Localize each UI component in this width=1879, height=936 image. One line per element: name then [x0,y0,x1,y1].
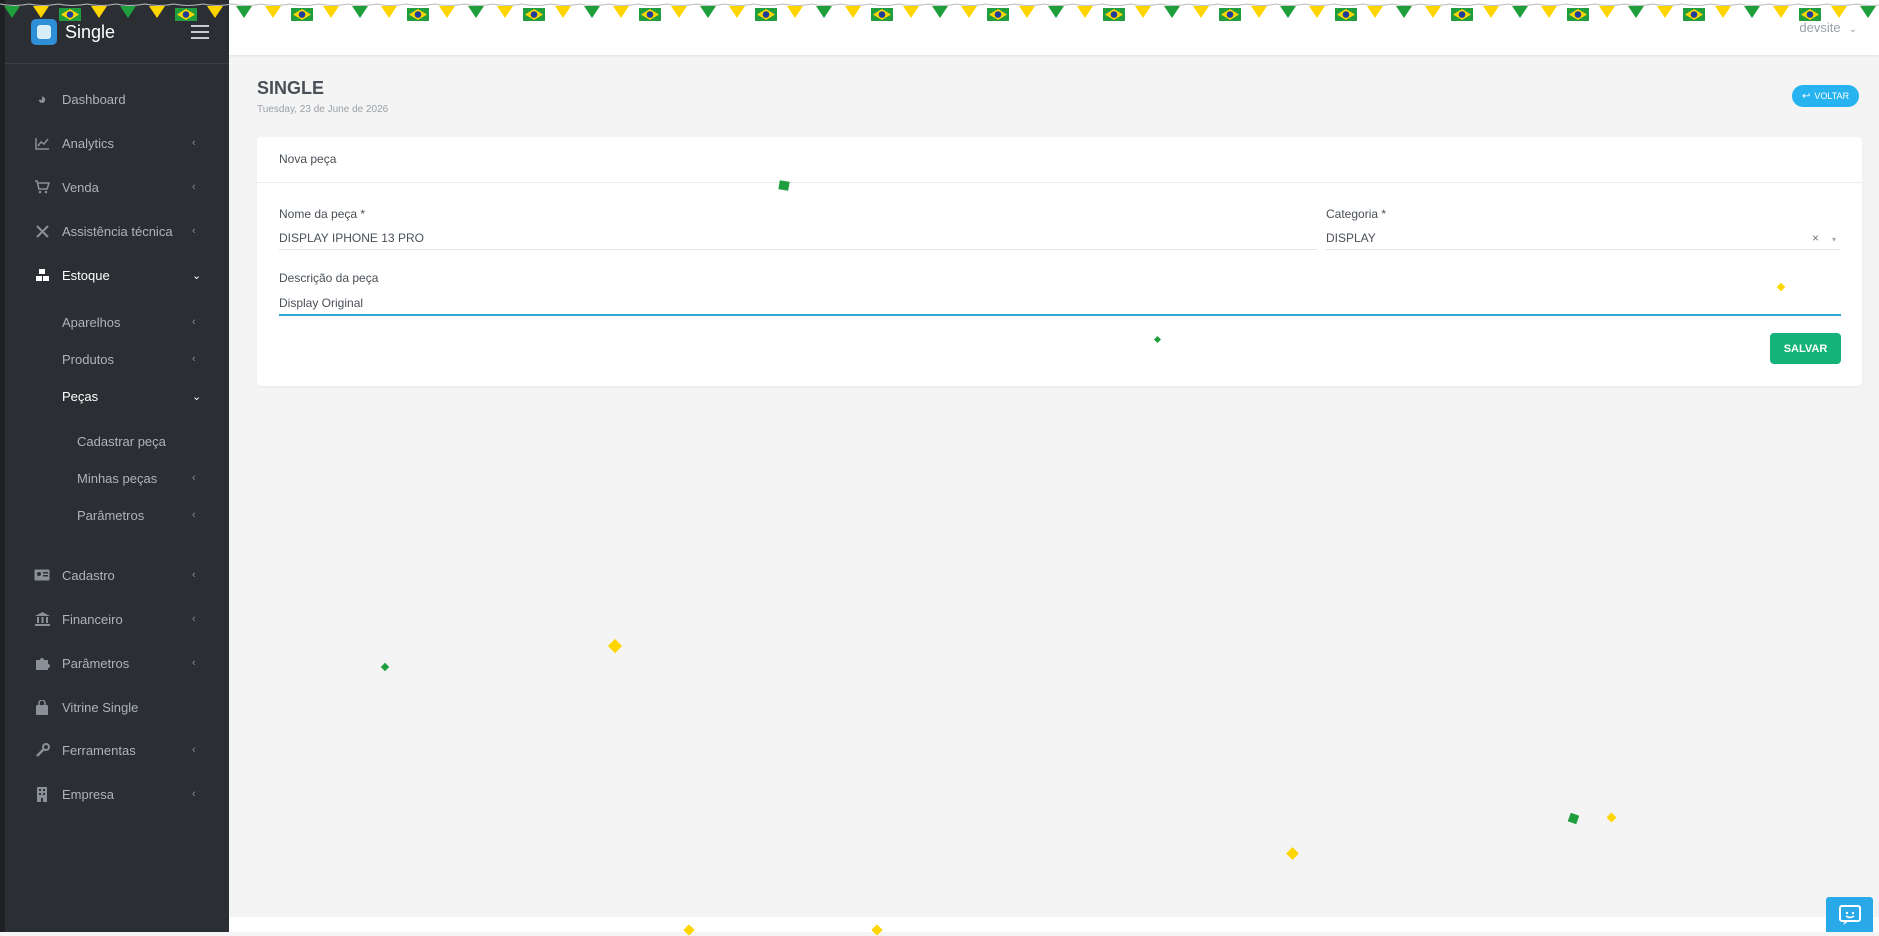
page-date: Tuesday, 23 de June de 2026 [257,104,389,115]
tools-icon [33,222,51,240]
app-logo-icon [31,19,57,45]
card-title: Nova peça [279,152,337,166]
save-button[interactable]: SALVAR [1770,333,1841,364]
sidebar-item-label: Venda [62,179,99,195]
part-name-label: Nome da peça * [279,207,366,221]
sidebar-item-aparelhos[interactable]: Aparelhos ‹ [5,307,229,337]
chevron-left-icon: ‹ [192,657,196,669]
sidebar-item-produtos[interactable]: Produtos ‹ [5,344,229,374]
confetti-piece [380,662,390,672]
chevron-left-icon: ‹ [192,353,196,365]
chat-support-button[interactable] [1826,897,1873,932]
sidebar-item-label: Produtos [62,351,115,367]
chevron-down-icon: ⌄ [1848,24,1857,35]
sidebar-divider [5,63,229,64]
sidebar-item-label: Parâmetros [77,507,145,523]
back-button[interactable]: ↩ VOLTAR [1792,85,1860,107]
sidebar-item-ferramentas[interactable]: Ferramentas ‹ [5,735,229,765]
chevron-left-icon: ‹ [192,509,196,521]
sidebar-item-minhas-pecas[interactable]: Minhas peças ‹ [5,463,229,493]
clear-selection-icon[interactable]: × [1812,231,1819,245]
id-card-icon [33,566,51,584]
confetti-piece [607,638,623,654]
part-description-input[interactable] [279,292,1841,316]
confetti-piece [778,180,790,191]
chevron-left-icon: ‹ [192,788,196,800]
new-part-card: Nova peça Nome da peça * Categoria * × ▾… [257,137,1862,386]
category-label: Categoria * [1326,207,1387,221]
footer [229,917,1879,932]
sidebar-item-parametros-pecas[interactable]: Parâmetros ‹ [5,500,229,530]
sidebar-item-label: Financeiro [62,611,123,627]
sidebar-item-label: Empresa [62,786,115,802]
boxes-icon [33,266,51,284]
chevron-left-icon: ‹ [192,225,196,237]
sidebar-item-label: Peças [62,388,99,404]
building-icon [33,785,51,803]
confetti-piece [1567,812,1580,825]
category-select[interactable] [1326,227,1840,250]
cart-icon [33,178,51,196]
sidebar-item-label: Cadastrar peça [77,433,166,449]
back-button-label: VOLTAR [1814,91,1850,101]
top-bar: devsite ⌄ [229,0,1879,55]
menu-toggle-icon[interactable] [191,25,209,43]
part-description-label: Descrição da peça [279,271,379,285]
confetti-piece [1606,812,1617,823]
chevron-left-icon: ‹ [192,613,196,625]
brand[interactable]: Single [31,18,115,46]
sidebar-item-vitrine-single[interactable]: Vitrine Single [5,692,229,722]
sidebar-item-label: Assistência técnica [62,223,173,239]
puzzle-icon [33,654,51,672]
wrench-icon [33,741,51,759]
bag-icon [33,698,51,716]
line-chart-icon [33,134,51,152]
sidebar-item-label: Minhas peças [77,470,158,486]
user-name: devsite [1799,20,1841,35]
dropdown-arrow-icon[interactable]: ▾ [1832,235,1836,244]
sidebar-item-assistencia-tecnica[interactable]: Assistência técnica ‹ [5,216,229,246]
sidebar-item-pecas[interactable]: Peças ⌄ [5,381,229,411]
brand-name: Single [65,21,116,42]
sidebar-item-label: Ferramentas [62,742,136,758]
sidebar-item-label: Cadastro [62,567,115,583]
sidebar-item-label: Parâmetros [62,655,130,671]
chevron-left-icon: ‹ [192,472,196,484]
chevron-down-icon: ⌄ [192,390,202,403]
sidebar-item-estoque[interactable]: Estoque ⌄ [5,260,229,290]
sidebar-item-label: Analytics [62,135,115,151]
sidebar-item-label: Dashboard [62,91,126,107]
chevron-left-icon: ‹ [192,316,196,328]
card-header: Nova peça [257,137,1862,183]
sidebar-item-parametros[interactable]: Parâmetros ‹ [5,648,229,678]
sidebar-item-label: Aparelhos [62,314,121,330]
chevron-left-icon: ‹ [192,181,196,193]
chevron-left-icon: ‹ [192,137,196,149]
confetti-piece [1286,847,1299,860]
sidebar-item-financeiro[interactable]: Financeiro ‹ [5,604,229,634]
return-arrow-icon: ↩ [1802,90,1811,102]
chat-icon [1838,904,1861,925]
sidebar: Single ◕ Dashboard Analytics ‹ Venda ‹ A… [0,0,229,932]
sidebar-item-label: Vitrine Single [62,699,139,715]
sidebar-item-label: Estoque [62,267,110,283]
chevron-down-icon: ⌄ [192,269,202,282]
sidebar-item-dashboard[interactable]: ◕ Dashboard [5,84,229,114]
part-name-input[interactable] [279,227,1317,250]
sidebar-item-cadastro[interactable]: Cadastro ‹ [5,560,229,590]
page-title: SINGLE [257,78,325,98]
user-menu[interactable]: devsite ⌄ [1799,20,1857,35]
bank-icon [33,610,51,628]
sidebar-item-venda[interactable]: Venda ‹ [5,172,229,202]
chevron-left-icon: ‹ [192,569,196,581]
sidebar-item-analytics[interactable]: Analytics ‹ [5,128,229,158]
sidebar-item-cadastrar-peca[interactable]: Cadastrar peça [5,426,229,456]
pie-chart-icon: ◕ [37,90,47,108]
chevron-left-icon: ‹ [192,744,196,756]
sidebar-item-empresa[interactable]: Empresa ‹ [5,779,229,809]
